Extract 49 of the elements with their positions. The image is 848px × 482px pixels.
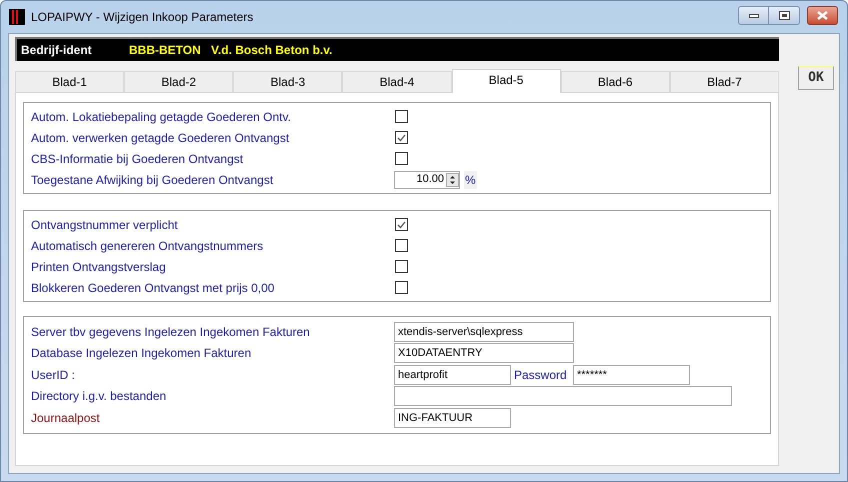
input-field[interactable]: heartprofit (394, 364, 511, 385)
ok-button[interactable]: OK (798, 66, 834, 90)
field-label: CBS-Informatie bij Goederen Ontvangst (31, 150, 244, 168)
input-field[interactable]: X10DATAENTRY (394, 343, 574, 364)
maximize-icon (778, 11, 790, 20)
company-label: Bedrijf-ident (21, 42, 93, 59)
close-button[interactable] (807, 6, 838, 25)
input-field[interactable] (394, 386, 732, 406)
close-icon (817, 11, 828, 20)
tab[interactable]: Blad-5 (452, 69, 561, 93)
unit-label: % (464, 170, 477, 188)
checkbox[interactable] (395, 131, 408, 144)
field-label: Ontvangstnummer verplicht (31, 216, 179, 234)
maximize-button[interactable] (769, 6, 800, 25)
checkbox[interactable] (395, 218, 408, 231)
field-label: Blokkeren Goederen Ontvangst met prijs 0,00 (31, 280, 276, 296)
checkbox[interactable] (395, 110, 408, 123)
field-label: Toegestane Afwijking bij Goederen Ontvangst (31, 172, 274, 188)
tab[interactable]: Blad-1 (15, 71, 124, 93)
checkbox[interactable] (395, 239, 408, 252)
field-label: UserID : (31, 366, 76, 384)
tab[interactable]: Blad-3 (233, 71, 342, 93)
input-field[interactable]: ING-FAKTUUR (394, 408, 511, 428)
company-name: V.d. Bosch Beton b.v. (211, 42, 332, 59)
input-field[interactable]: ******* (573, 364, 690, 385)
minimize-button[interactable] (738, 6, 769, 25)
spin-field[interactable]: 10.00 (394, 170, 460, 188)
tab[interactable]: Blad-2 (124, 71, 234, 93)
field-label: Server tbv gegevens Ingelezen Ingekomen Fakturen (31, 324, 311, 341)
tab[interactable]: Blad-6 (560, 71, 670, 93)
field-label: Autom. Lokatiebepaling getagde Goederen Ontv. (31, 108, 292, 126)
field-label: Autom. verwerken getagde Goederen Ontvangst (31, 130, 290, 146)
minimize-icon (748, 14, 758, 18)
field-label: Automatisch genereren Ontvangstnummers (31, 238, 264, 254)
tab[interactable]: Blad-4 (342, 71, 452, 93)
app-icon (9, 9, 25, 25)
checkbox[interactable] (395, 152, 408, 165)
checkbox[interactable] (395, 281, 408, 294)
tab[interactable]: Blad-7 (670, 71, 779, 93)
field-label: Database Ingelezen Ingekomen Fakturen (31, 345, 252, 362)
field-label: Journaalpost (31, 410, 101, 427)
field-label: Printen Ontvangstverslag (31, 258, 167, 276)
spin-arrows-icon[interactable] (446, 172, 459, 186)
company-code: BBB-BETON (129, 42, 202, 59)
field-label: Directory i.g.v. bestanden (31, 388, 168, 406)
input-field[interactable]: xtendis-server\sqlexpress (394, 322, 574, 342)
field-label: Password (514, 366, 568, 384)
checkbox[interactable] (395, 260, 408, 273)
window-title: LOPAIPWY - Wijzigen Inkoop Parameters (31, 9, 254, 26)
